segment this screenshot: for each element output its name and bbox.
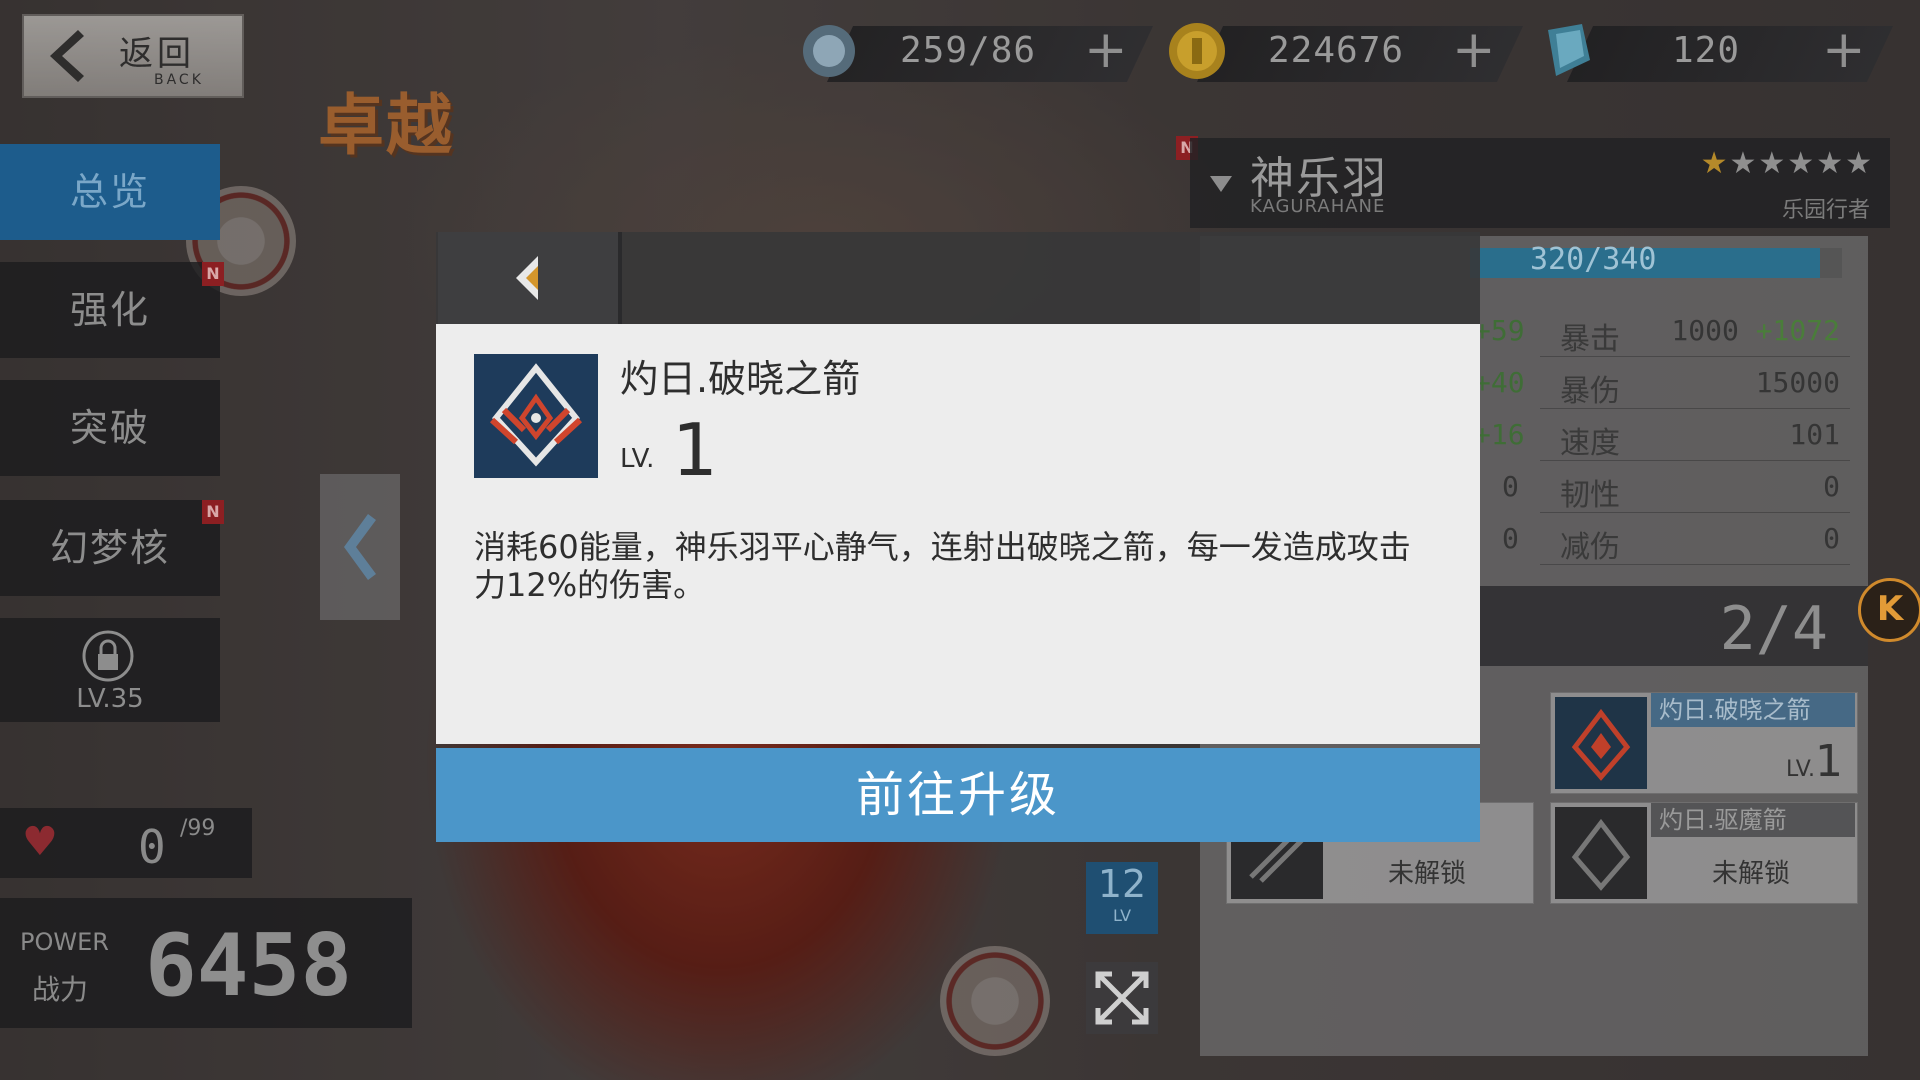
character-class: 乐园行者 (1781, 198, 1870, 223)
dialog-skill-description: 消耗60能量，神乐羽平心静气，连射出破晓之箭，每一发造成攻击力12%的伤害。 (474, 528, 1411, 604)
character-level-badge: 12 LV (1086, 862, 1158, 934)
stat-value: 0 (1502, 522, 1519, 555)
previous-character-button[interactable] (320, 474, 400, 620)
k-button[interactable]: K (1858, 578, 1920, 642)
affection-max: /99 (180, 816, 216, 841)
stamina-value: 259/86 (900, 30, 1037, 71)
stat-row: 暴击 1000 +1072 (1540, 308, 1850, 357)
heart-icon: ♥ (22, 819, 58, 865)
skills-unlocked-count: 2/4 (1719, 594, 1828, 664)
stat-value: 101 (1789, 418, 1840, 451)
hp-value: 320/340 (1530, 242, 1657, 277)
stamina-icon (803, 25, 855, 77)
dawn-arrow-skill-icon (474, 354, 598, 478)
character-level-value: 12 (1097, 862, 1147, 906)
chevron-down-icon (1210, 176, 1232, 192)
sidebar-item-dream-core[interactable]: 幻梦核 (0, 500, 220, 596)
star-rating: ★★★★★★ (1701, 146, 1874, 181)
character-header: 神乐羽 KAGURAHANE ★★★★★★ 乐园行者 (1190, 138, 1890, 228)
rank-badge: 卓越 (318, 87, 454, 164)
unlock-level-label: LV.35 (76, 684, 144, 714)
fullscreen-button[interactable] (1086, 962, 1158, 1034)
stat-name: 减伤 (1560, 530, 1620, 565)
stat-bonus: +40 (1474, 366, 1525, 399)
dialog-level-label: LV. (620, 444, 655, 474)
back-sublabel: BACK (154, 72, 204, 88)
stat-bonus: +1072 (1755, 314, 1840, 347)
stat-name: 速度 (1560, 426, 1620, 461)
skill-detail-dialog: 灼日.破晓之箭 LV. 1 消耗60能量，神乐羽平心静气，连射出破晓之箭，每一发… (436, 324, 1480, 744)
character-level-label: LV (1112, 906, 1132, 925)
add-gold-button[interactable]: + (1452, 22, 1496, 78)
back-label: 返回 (119, 34, 195, 74)
fullscreen-icon (1095, 971, 1149, 1025)
skill-locked-label: 未解锁 (1387, 859, 1466, 889)
stat-value: 15000 (1755, 366, 1840, 399)
dialog-level-value: 1 (672, 408, 718, 492)
power-label-cn: 战力 (32, 973, 89, 1006)
dawn-arrow-skill-icon (1555, 697, 1647, 789)
stat-name: 暴伤 (1560, 374, 1620, 409)
skill-title: 灼日.驱魔箭 (1651, 803, 1855, 837)
new-badge: N (202, 500, 224, 524)
dialog-back-tab[interactable] (438, 232, 622, 324)
add-stamina-button[interactable]: + (1084, 22, 1128, 78)
back-arrow-icon (50, 30, 84, 82)
add-crystal-button[interactable]: + (1822, 22, 1866, 78)
power-display: POWER 战力 6458 (0, 898, 412, 1028)
skill-card[interactable]: 灼日.驱魔箭 未解锁 (1550, 802, 1858, 904)
skill-card[interactable]: 灼日.破晓之箭 LV.1 (1550, 692, 1858, 794)
power-label-en: POWER (20, 928, 109, 956)
new-badge: N (202, 262, 224, 286)
stat-value: 0 (1823, 470, 1840, 503)
skill-level: LV.1 (1785, 736, 1843, 787)
crystal-icon (1548, 24, 1590, 76)
go-upgrade-button[interactable]: 前往升级 (436, 748, 1480, 842)
sidebar-item-locked[interactable]: LV.35 (0, 618, 220, 722)
stat-row: 速度 101 (1540, 412, 1850, 461)
star-icon: ★ (1700, 146, 1730, 181)
gold-coin-icon (1169, 23, 1225, 79)
sidebar-item-enhance[interactable]: 强化 (0, 262, 220, 358)
stat-bonus: +59 (1474, 314, 1525, 347)
stat-name: 韧性 (1560, 478, 1620, 513)
chevron-left-icon (344, 514, 376, 580)
stat-value: 0 (1823, 522, 1840, 555)
back-button[interactable]: 返回 BACK (22, 14, 244, 98)
exorcism-arrow-skill-icon (1555, 807, 1647, 899)
stat-name: 暴击 (1560, 322, 1620, 357)
skill-locked-label: 未解锁 (1711, 859, 1790, 889)
stat-row: 减伤 0 (1540, 516, 1850, 565)
lock-icon (82, 630, 134, 682)
sidebar-item-breakthrough[interactable]: 突破 (0, 380, 220, 476)
skill-title: 灼日.破晓之箭 (1651, 693, 1855, 727)
chevron-left-icon (516, 256, 538, 300)
stat-bonus: +16 (1474, 418, 1525, 451)
stat-row: 韧性 0 (1540, 464, 1850, 513)
affection-value: 0 (138, 820, 166, 874)
crystal-value: 120 (1672, 30, 1741, 71)
sidebar-item-overview[interactable]: 总览 (0, 144, 220, 240)
affection-display: ♥ 0 /99 (0, 808, 252, 878)
power-value: 6458 (145, 916, 353, 1016)
star-icon: ★★★★★ (1729, 146, 1874, 181)
gold-value: 224676 (1268, 30, 1405, 71)
stat-row: 暴伤 15000 (1540, 360, 1850, 409)
stat-value: 0 (1502, 470, 1519, 503)
character-name-en: KAGURAHANE (1250, 196, 1386, 217)
decorative-disc (940, 946, 1050, 1056)
stat-value: 1000 +1072 (1671, 314, 1840, 347)
dialog-skill-name: 灼日.破晓之箭 (620, 357, 861, 401)
